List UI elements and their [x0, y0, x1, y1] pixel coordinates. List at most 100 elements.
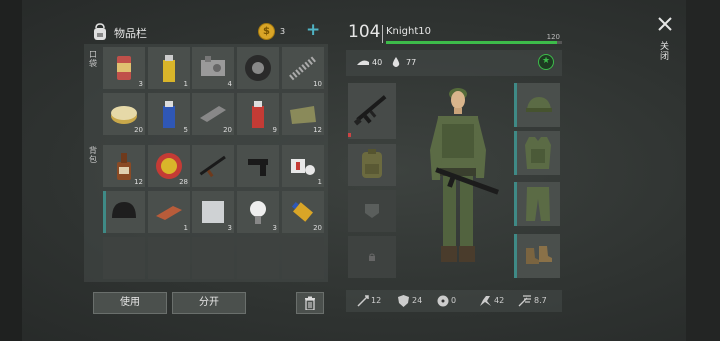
helmet-icon	[112, 202, 136, 218]
item-count: 3	[138, 80, 143, 88]
damage-icon	[357, 295, 369, 307]
right-edge	[686, 0, 720, 341]
inventory-title: 物品栏	[114, 27, 147, 40]
inventory-slot[interactable]: 3	[192, 191, 234, 233]
attack-speed-icon	[518, 295, 531, 307]
inventory-slot[interactable]: 5	[148, 93, 190, 135]
pants-slot[interactable]	[514, 182, 560, 226]
body-armor-slot-marker	[514, 131, 517, 175]
boots-slot-marker	[514, 234, 517, 278]
item-count: 1	[183, 224, 188, 232]
rifle-icon	[199, 155, 226, 178]
inventory-slot[interactable]: 20	[282, 191, 324, 233]
boots-slot[interactable]	[514, 234, 560, 278]
item-count: 3	[272, 224, 277, 232]
backpack-slot[interactable]	[348, 144, 396, 186]
item-count: 1	[183, 80, 188, 88]
currency-value: 3	[280, 27, 286, 36]
empty-inventory-slot[interactable]	[237, 237, 279, 279]
close-button[interactable]: 关闭	[650, 12, 680, 72]
inventory-slot[interactable]: 28	[148, 145, 190, 187]
light-bulb-icon	[250, 201, 266, 224]
vest-icon	[525, 137, 551, 169]
headwear-slot[interactable]	[514, 83, 560, 127]
close-label: 关闭	[660, 42, 670, 62]
blue-spray-can-icon	[163, 101, 175, 128]
item-count: 9	[272, 126, 277, 134]
xp-bar-track	[386, 41, 562, 44]
inventory-slot[interactable]	[237, 145, 279, 187]
boots-icon	[526, 246, 552, 264]
inventory-slot[interactable]: 12	[103, 145, 145, 187]
speed-stat: 42	[494, 296, 505, 305]
character-header: 104 Knight10 120	[346, 22, 562, 48]
close-icon	[658, 17, 672, 31]
inventory-slot[interactable]: 12	[282, 93, 324, 135]
armor-shield-icon	[398, 295, 409, 307]
item-count: 10	[313, 80, 322, 88]
header-divider	[382, 25, 383, 43]
item-count: 12	[313, 126, 322, 134]
empty-inventory-slot[interactable]	[192, 237, 234, 279]
canned-food-icon	[117, 56, 131, 80]
discard-button[interactable]	[296, 292, 324, 314]
trash-icon	[305, 296, 315, 311]
item-count: 4	[227, 80, 232, 88]
assault-rifle-icon	[353, 95, 387, 126]
item-count: 3	[227, 224, 232, 232]
armor-stat: 24	[412, 296, 423, 305]
red-spray-can-icon	[252, 101, 264, 128]
empty-inventory-slot[interactable]	[148, 237, 190, 279]
player-name: Knight10	[386, 26, 432, 37]
empty-inventory-slot[interactable]	[282, 237, 324, 279]
item-count: 20	[134, 126, 143, 134]
inventory-slot[interactable]: 20	[192, 93, 234, 135]
inventory-slot[interactable]	[237, 47, 279, 89]
engine-parts-icon	[201, 56, 225, 76]
weapon-slot-marker	[348, 133, 351, 137]
inventory-slot[interactable]: 1	[148, 47, 190, 89]
backpack-section-label: 背包	[89, 146, 97, 164]
equipped-marker	[103, 191, 106, 233]
needs-panel: 40 77 ★	[346, 50, 562, 76]
inventory-slot[interactable]: 9	[237, 93, 279, 135]
inventory-slot[interactable]: 10	[282, 47, 324, 89]
backpack-item-icon	[362, 149, 382, 178]
food-value: 40	[372, 58, 383, 67]
water-drop-icon	[392, 57, 400, 67]
yellow-spray-can-icon	[163, 55, 175, 82]
radiation-icon	[437, 295, 449, 307]
player-level: 104	[348, 22, 381, 42]
inventory-slot[interactable]	[103, 191, 145, 233]
inventory-slot[interactable]: 3	[103, 47, 145, 89]
weapon-slot[interactable]	[348, 83, 396, 139]
lock-icon	[369, 253, 375, 261]
locked-slot	[348, 236, 396, 278]
inventory-slot[interactable]	[192, 145, 234, 187]
pistol-icon	[248, 159, 268, 176]
tire-icon	[245, 55, 271, 81]
inventory-header: 物品栏 $ 3 +	[84, 20, 328, 44]
item-count: 20	[223, 126, 232, 134]
use-button[interactable]: 使用	[93, 292, 167, 314]
body-armor-slot[interactable]	[514, 131, 560, 175]
inventory-slot[interactable]: 1	[148, 191, 190, 233]
xp-bar-fill	[386, 41, 557, 44]
bandage-icon	[291, 159, 315, 175]
water-value: 77	[406, 58, 417, 67]
pocket-section-label: 口袋	[89, 50, 97, 68]
backpack-icon	[94, 23, 106, 40]
item-count: 1	[317, 178, 322, 186]
inventory-slot[interactable]: 1	[282, 145, 324, 187]
split-button[interactable]: 分开	[172, 292, 246, 314]
add-currency-button[interactable]: +	[306, 20, 320, 40]
metal-sheet-icon	[202, 201, 224, 223]
status-effects-button[interactable]: ★	[538, 54, 554, 70]
xp-max-value: 120	[546, 33, 560, 41]
inventory-slot[interactable]: 4	[192, 47, 234, 89]
inventory-slot[interactable]: 20	[103, 93, 145, 135]
inventory-slot[interactable]: 3	[237, 191, 279, 233]
pocket-slot[interactable]	[348, 190, 396, 232]
empty-inventory-slot[interactable]	[103, 237, 145, 279]
currency-coin-icon: $	[258, 23, 275, 40]
